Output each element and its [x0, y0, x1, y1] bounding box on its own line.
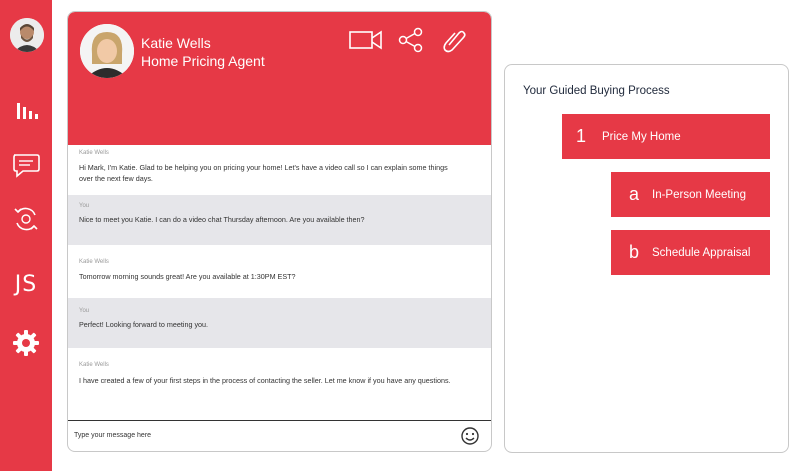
user-avatar[interactable] — [10, 18, 44, 52]
message-composer — [68, 420, 491, 451]
message-input[interactable] — [74, 428, 454, 442]
message-sender: Katie Wells — [79, 259, 109, 265]
agent-name: Katie Wells — [141, 35, 211, 51]
chat-icon[interactable] — [8, 147, 44, 183]
agent-title: Home Pricing Agent — [141, 53, 265, 69]
step-in-person-meeting[interactable]: a In-Person Meeting — [611, 172, 770, 217]
message-sender: You — [79, 308, 90, 314]
share-icon[interactable] — [393, 26, 429, 54]
emoji-icon[interactable] — [460, 426, 480, 446]
chat-header: Katie Wells Home Pricing Agent — [68, 12, 491, 145]
message-sender: Katie Wells — [79, 362, 109, 368]
message-text: Perfect! Looking forward to meeting you. — [79, 320, 209, 329]
step-schedule-appraisal[interactable]: b Schedule Appraisal — [611, 230, 770, 275]
step-label: In-Person Meeting — [652, 188, 746, 201]
step-number: 1 — [576, 126, 587, 146]
gear-icon[interactable] — [8, 325, 44, 361]
message-sender: You — [79, 203, 90, 209]
process-title: Your Guided Buying Process — [523, 85, 670, 97]
step-letter: b — [629, 242, 640, 262]
message-text: Tomorrow morning sounds great! Are you a… — [79, 272, 296, 281]
message-item: You Perfect! Looking forward to meeting … — [68, 298, 491, 348]
sidebar: JS — [0, 0, 52, 471]
message-text: Nice to meet you Katie. I can do a video… — [79, 215, 365, 224]
step-letter: a — [629, 184, 640, 204]
video-call-icon[interactable] — [348, 26, 384, 54]
message-item: Katie Wells I have created a few of your… — [68, 348, 491, 420]
profile-initials[interactable]: JS — [8, 266, 44, 302]
guided-process-panel: Your Guided Buying Process 1 Price My Ho… — [504, 64, 789, 453]
message-item: Katie Wells Hi Mark, I'm Katie. Glad to … — [68, 145, 491, 195]
agent-avatar — [80, 24, 134, 78]
message-sender: Katie Wells — [79, 150, 109, 156]
message-text: I have created a few of your first steps… — [79, 376, 451, 385]
chat-panel: Katie Wells Home Pricing Agent Katie Wel… — [67, 11, 492, 452]
initials-label: JS — [14, 271, 38, 297]
step-label: Price My Home — [602, 130, 681, 143]
attachment-icon[interactable] — [436, 26, 472, 54]
step-label: Schedule Appraisal — [652, 246, 751, 259]
message-text: Hi Mark, I'm Katie. Glad to be helping y… — [79, 163, 448, 183]
message-item: You Nice to meet you Katie. I can do a v… — [68, 195, 491, 245]
message-item: Katie Wells Tomorrow morning sounds grea… — [68, 245, 491, 298]
analytics-icon[interactable] — [8, 92, 44, 128]
step-price-my-home[interactable]: 1 Price My Home — [562, 114, 770, 159]
sync-icon[interactable] — [8, 201, 44, 237]
message-list: Katie Wells Hi Mark, I'm Katie. Glad to … — [68, 145, 491, 420]
